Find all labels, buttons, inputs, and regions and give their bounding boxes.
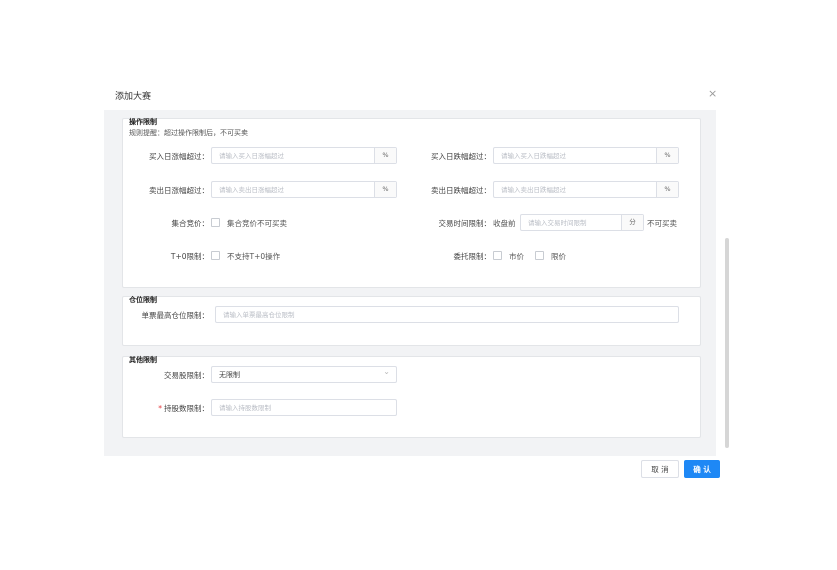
- trade-stock-select[interactable]: 无限制 ⌄: [211, 366, 397, 383]
- t0-option-label: 不支持T+0操作: [227, 252, 281, 261]
- other-limit-title: 其他限制: [129, 356, 157, 364]
- limit-checkbox[interactable]: [535, 251, 544, 260]
- other-limit-group: 其他限制 交易股限制： 无限制 ⌄ * 持股数限制：: [122, 356, 701, 438]
- single-position-field: [215, 306, 679, 323]
- market-checkbox[interactable]: [493, 251, 502, 260]
- percent-suffix: %: [374, 148, 396, 163]
- trade-stock-value: 无限制: [219, 371, 240, 379]
- buy-rise-input[interactable]: [212, 148, 376, 163]
- position-limit-group: 仓位限制 单票最高仓位限制：: [122, 296, 701, 346]
- position-limit-title: 仓位限制: [129, 296, 157, 304]
- trade-time-after: 不可买卖: [647, 219, 677, 228]
- trade-time-field: 分: [520, 214, 644, 231]
- percent-suffix: %: [656, 182, 678, 197]
- buy-rise-label: 买入日涨幅超过：: [149, 152, 209, 161]
- t0-label: T+0限制：: [170, 252, 209, 261]
- trade-time-prefix: 收盘前: [493, 219, 516, 228]
- market-option-label: 市价: [509, 252, 524, 261]
- auction-checkbox[interactable]: [211, 218, 220, 227]
- rule-hint: 规则提醒：超过操作限制后，不可买卖: [129, 129, 248, 137]
- holding-field: [211, 399, 397, 416]
- holding-input[interactable]: [212, 400, 396, 415]
- holding-label-text: 持股数限制：: [164, 404, 209, 413]
- sell-rise-field: %: [211, 181, 397, 198]
- buy-rise-field: %: [211, 147, 397, 164]
- limit-option-label: 限价: [551, 252, 566, 261]
- close-icon[interactable]: ×: [708, 87, 717, 100]
- order-limit-label: 委托限制：: [453, 252, 492, 261]
- sell-fall-input[interactable]: [494, 182, 658, 197]
- dialog-body: 操作限制 规则提醒：超过操作限制后，不可买卖 买入日涨幅超过： % 买入日跌幅超…: [104, 110, 716, 456]
- auction-option-label: 集合竞价不可买卖: [227, 219, 287, 228]
- holding-label: * 持股数限制：: [158, 403, 209, 414]
- buy-fall-field: %: [493, 147, 679, 164]
- operation-limit-group: 操作限制 规则提醒：超过操作限制后，不可买卖 买入日涨幅超过： % 买入日跌幅超…: [122, 118, 701, 288]
- sell-fall-field: %: [493, 181, 679, 198]
- confirm-button[interactable]: 确 认: [684, 460, 720, 478]
- add-contest-dialog: 添加大赛 × 操作限制 规则提醒：超过操作限制后，不可买卖 买入日涨幅超过： %…: [104, 80, 732, 490]
- minute-suffix: 分: [621, 215, 643, 230]
- sell-fall-label: 卖出日跌幅超过：: [431, 186, 491, 195]
- percent-suffix: %: [656, 148, 678, 163]
- single-position-input[interactable]: [216, 307, 678, 322]
- required-asterisk: *: [158, 404, 162, 413]
- auction-label: 集合竞价：: [171, 219, 210, 228]
- scrollbar[interactable]: [725, 238, 729, 448]
- operation-limit-title: 操作限制: [129, 118, 157, 126]
- chevron-down-icon: ⌄: [383, 367, 390, 376]
- trade-time-input[interactable]: [521, 215, 623, 230]
- single-position-label: 单票最高仓位限制：: [141, 311, 210, 320]
- sell-rise-input[interactable]: [212, 182, 376, 197]
- buy-fall-input[interactable]: [494, 148, 658, 163]
- sell-rise-label: 卖出日涨幅超过：: [149, 186, 209, 195]
- trade-stock-label: 交易股限制：: [164, 371, 209, 380]
- t0-checkbox[interactable]: [211, 251, 220, 260]
- buy-fall-label: 买入日跌幅超过：: [431, 152, 491, 161]
- percent-suffix: %: [374, 182, 396, 197]
- trade-time-label: 交易时间限制：: [438, 219, 492, 228]
- cancel-button[interactable]: 取 消: [641, 460, 679, 478]
- dialog-title: 添加大赛: [115, 92, 152, 102]
